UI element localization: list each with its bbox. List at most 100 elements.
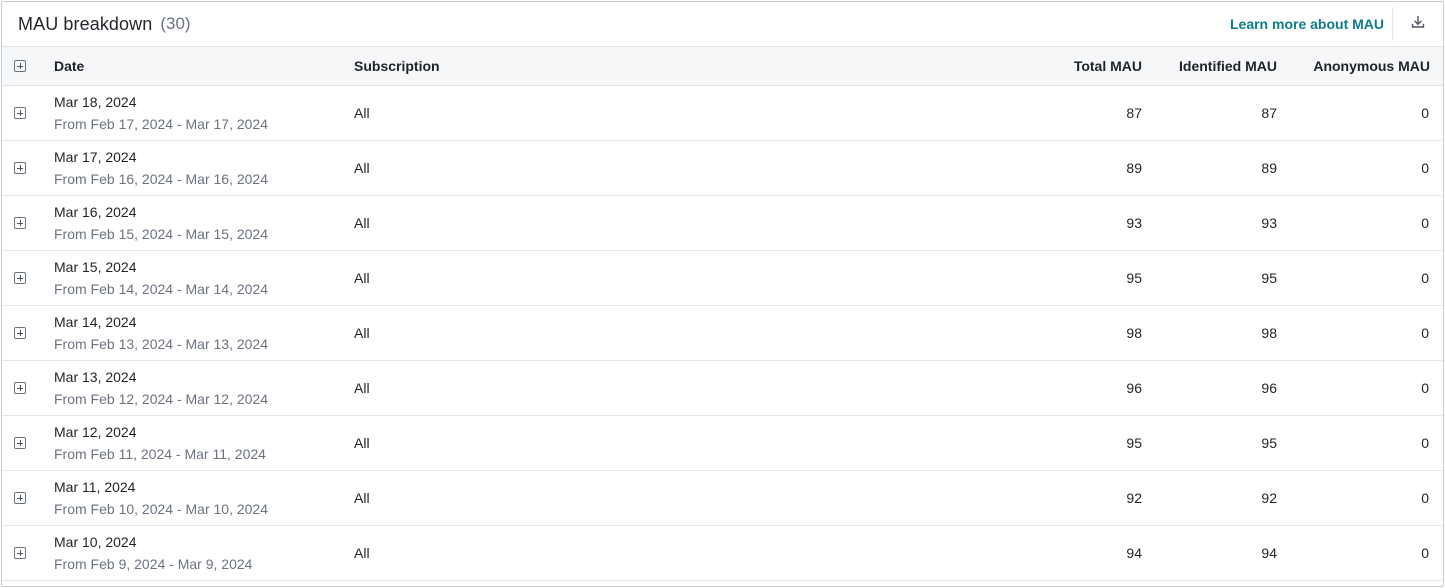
anonymous-mau-cell: 0 [1421, 270, 1429, 286]
date-cell: Mar 16, 2024 From Feb 15, 2024 - Mar 15, … [54, 196, 354, 251]
header-actions: Learn more about MAU [1230, 2, 1443, 46]
row-date-range: From Feb 12, 2024 - Mar 12, 2024 [54, 391, 268, 407]
expand-cell [2, 141, 54, 196]
table-row: Mar 17, 2024 From Feb 16, 2024 - Mar 16, … [2, 141, 1443, 196]
download-icon [1410, 14, 1426, 35]
date-cell: Mar 17, 2024 From Feb 16, 2024 - Mar 16, … [54, 141, 354, 196]
identified-mau-cell: 96 [1261, 380, 1277, 396]
anonymous-mau-cell: 0 [1421, 490, 1429, 506]
anonymous-mau-cell: 0 [1421, 105, 1429, 121]
expand-row-icon[interactable] [14, 272, 26, 284]
row-date-range: From Feb 13, 2024 - Mar 13, 2024 [54, 336, 268, 352]
date-cell: Mar 11, 2024 From Feb 10, 2024 - Mar 10, … [54, 471, 354, 526]
row-date: Mar 10, 2024 [54, 534, 137, 550]
subscription-cell: All [354, 325, 370, 341]
date-cell: Mar 14, 2024 From Feb 13, 2024 - Mar 13, … [54, 306, 354, 361]
expand-cell [2, 251, 54, 306]
row-date: Mar 18, 2024 [54, 94, 137, 110]
date-cell: Mar 18, 2024 From Feb 17, 2024 - Mar 17, … [54, 86, 354, 141]
subscription-cell: All [354, 435, 370, 451]
row-date: Mar 16, 2024 [54, 204, 137, 220]
row-date: Mar 15, 2024 [54, 259, 137, 275]
identified-mau-cell: 89 [1261, 160, 1277, 176]
panel-header: MAU breakdown (30) Learn more about MAU [2, 2, 1443, 47]
total-mau-cell: 89 [1126, 160, 1142, 176]
anonymous-mau-cell: 0 [1421, 160, 1429, 176]
row-count: (30) [160, 14, 191, 33]
subscription-cell: All [354, 270, 370, 286]
subscription-cell: All [354, 490, 370, 506]
column-header-total-mau[interactable]: Total MAU [937, 47, 1142, 86]
table-row: Mar 11, 2024 From Feb 10, 2024 - Mar 10, … [2, 471, 1443, 526]
row-date: Mar 17, 2024 [54, 149, 137, 165]
subscription-cell: All [354, 215, 370, 231]
anonymous-mau-cell: 0 [1421, 215, 1429, 231]
row-date: Mar 11, 2024 [54, 479, 136, 495]
column-header-date[interactable]: Date [54, 47, 354, 86]
anonymous-mau-cell: 0 [1421, 380, 1429, 396]
total-mau-cell: 92 [1126, 490, 1142, 506]
expand-row-icon[interactable] [14, 162, 26, 174]
anonymous-mau-cell: 0 [1421, 325, 1429, 341]
download-button[interactable] [1393, 2, 1443, 46]
subscription-cell: All [354, 380, 370, 396]
identified-mau-cell: 92 [1261, 490, 1277, 506]
expand-row-icon[interactable] [14, 437, 26, 449]
total-mau-cell: 96 [1126, 380, 1142, 396]
identified-mau-cell: 95 [1261, 435, 1277, 451]
identified-mau-cell: 87 [1261, 105, 1277, 121]
panel-title: MAU breakdown [18, 13, 153, 34]
identified-mau-cell: 93 [1261, 215, 1277, 231]
row-date-range: From Feb 9, 2024 - Mar 9, 2024 [54, 556, 253, 572]
expand-cell [2, 86, 54, 141]
expand-row-icon[interactable] [14, 327, 26, 339]
expand-all-cell [2, 47, 54, 86]
subscription-cell: All [354, 105, 370, 121]
identified-mau-cell: 95 [1261, 270, 1277, 286]
expand-cell [2, 471, 54, 526]
learn-more-link[interactable]: Learn more about MAU [1230, 16, 1392, 32]
row-date: Mar 12, 2024 [54, 424, 137, 440]
expand-all-icon[interactable] [14, 60, 26, 72]
total-mau-cell: 98 [1126, 325, 1142, 341]
row-date: Mar 13, 2024 [54, 369, 137, 385]
row-date-range: From Feb 16, 2024 - Mar 16, 2024 [54, 171, 268, 187]
subscription-cell: All [354, 545, 370, 561]
expand-cell [2, 196, 54, 251]
row-date-range: From Feb 15, 2024 - Mar 15, 2024 [54, 226, 268, 242]
expand-row-icon[interactable] [14, 107, 26, 119]
total-mau-cell: 95 [1126, 435, 1142, 451]
date-cell: Mar 10, 2024 From Feb 9, 2024 - Mar 9, 20… [54, 526, 354, 581]
total-mau-cell: 95 [1126, 270, 1142, 286]
expand-cell [2, 306, 54, 361]
identified-mau-cell: 98 [1261, 325, 1277, 341]
expand-cell [2, 361, 54, 416]
column-header-identified-mau[interactable]: Identified MAU [1142, 47, 1277, 86]
table-row: Mar 16, 2024 From Feb 15, 2024 - Mar 15, … [2, 196, 1443, 251]
mau-table: Date Subscription Total MAU Identified M… [2, 47, 1443, 581]
table-row: Mar 10, 2024 From Feb 9, 2024 - Mar 9, 20… [2, 526, 1443, 581]
date-cell: Mar 15, 2024 From Feb 14, 2024 - Mar 14, … [54, 251, 354, 306]
expand-cell [2, 416, 54, 471]
row-date: Mar 14, 2024 [54, 314, 137, 330]
expand-row-icon[interactable] [14, 382, 26, 394]
expand-row-icon[interactable] [14, 492, 26, 504]
column-header-subscription[interactable]: Subscription [354, 47, 937, 86]
table-row: Mar 14, 2024 From Feb 13, 2024 - Mar 13, … [2, 306, 1443, 361]
identified-mau-cell: 94 [1261, 545, 1277, 561]
mau-breakdown-panel: MAU breakdown (30) Learn more about MAU [1, 1, 1444, 587]
date-cell: Mar 13, 2024 From Feb 12, 2024 - Mar 12, … [54, 361, 354, 416]
expand-row-icon[interactable] [14, 217, 26, 229]
row-date-range: From Feb 14, 2024 - Mar 14, 2024 [54, 281, 268, 297]
column-header-anonymous-mau[interactable]: Anonymous MAU [1277, 47, 1443, 86]
total-mau-cell: 94 [1126, 545, 1142, 561]
row-date-range: From Feb 11, 2024 - Mar 11, 2024 [54, 446, 266, 462]
table-row: Mar 15, 2024 From Feb 14, 2024 - Mar 14, … [2, 251, 1443, 306]
table-header-row: Date Subscription Total MAU Identified M… [2, 47, 1443, 86]
subscription-cell: All [354, 160, 370, 176]
anonymous-mau-cell: 0 [1421, 435, 1429, 451]
total-mau-cell: 93 [1126, 215, 1142, 231]
anonymous-mau-cell: 0 [1421, 545, 1429, 561]
expand-row-icon[interactable] [14, 547, 26, 559]
expand-cell [2, 526, 54, 581]
